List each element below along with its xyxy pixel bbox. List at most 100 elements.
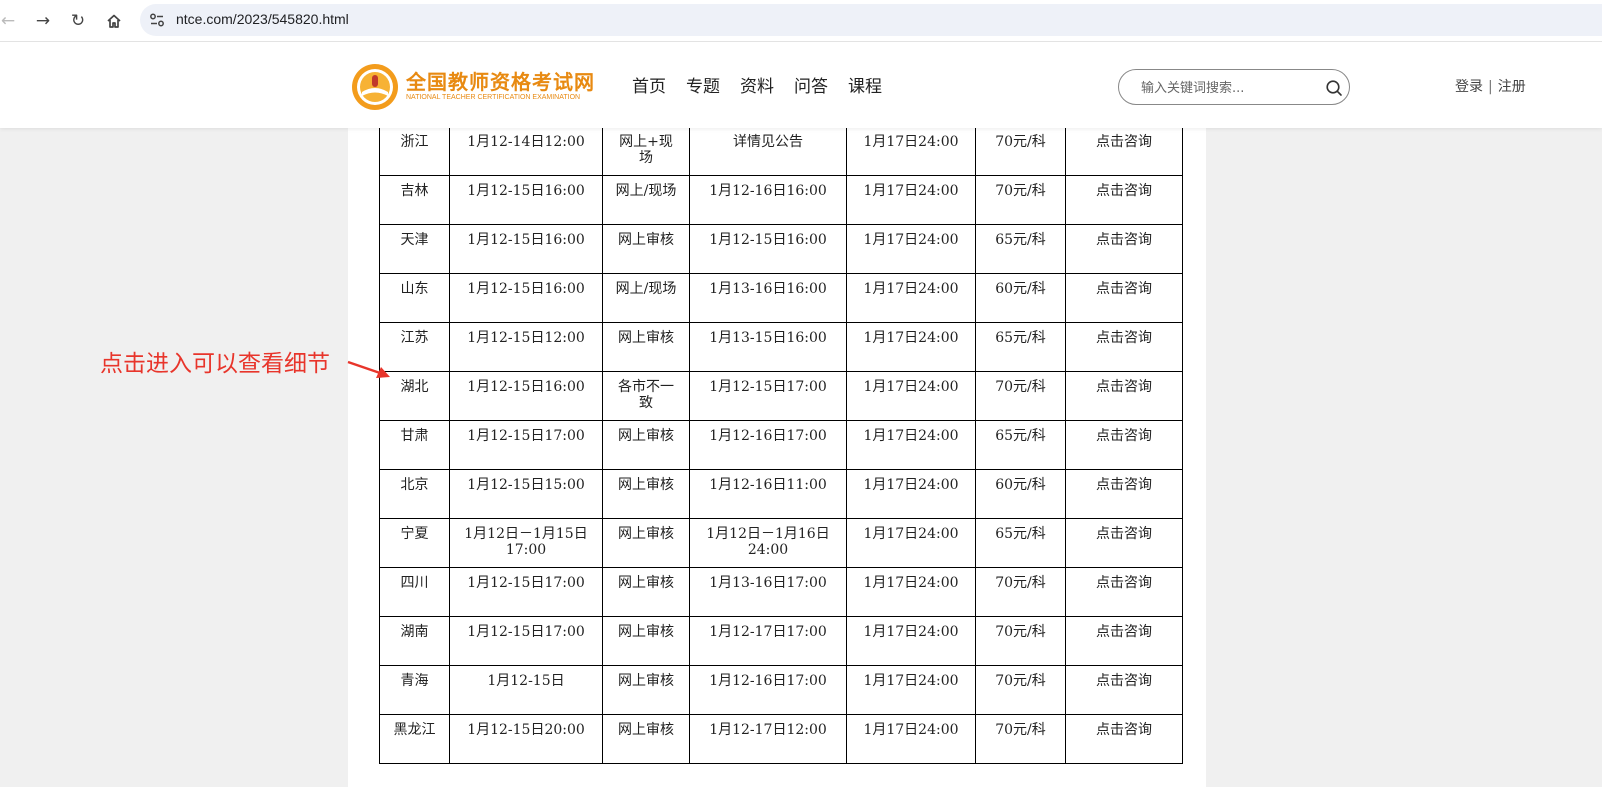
cell-registration-time: 1月12-15日16:00 [449, 224, 603, 274]
cell-text: 网上审核 [618, 232, 674, 248]
cell-text: 1月12-15日16:00 [467, 281, 585, 297]
cell-review-method: 网上审核 [602, 469, 690, 519]
logo-emblem-icon [352, 64, 398, 110]
reload-icon[interactable]: ↻ [66, 9, 90, 33]
cell-registration-time: 1月12-14日12:00 [449, 126, 603, 176]
nav-item-materials[interactable]: 资料 [740, 72, 774, 97]
search-icon[interactable] [1325, 79, 1343, 97]
cell-review-method: 网上审核 [602, 420, 690, 470]
cell-consult-link[interactable]: 点击咨询 [1065, 126, 1183, 176]
cell-consult-link[interactable]: 点击咨询 [1065, 616, 1183, 666]
cell-consult-link[interactable]: 点击咨询 [1065, 665, 1183, 715]
cell-payment-deadline: 1月17日24:00 [846, 224, 976, 274]
cell-text: 网上审核 [618, 624, 674, 640]
back-arrow-icon[interactable]: ← [0, 9, 20, 33]
nav-item-qa[interactable]: 问答 [794, 72, 828, 97]
cell-text: 1月12-16日16:00 [709, 183, 827, 199]
cell-fee: 70元/科 [975, 567, 1066, 617]
cell-review-method: 网上审核 [602, 567, 690, 617]
cell-province[interactable]: 湖南 [379, 616, 450, 666]
cell-text: 1月12-15日17:00 [709, 379, 827, 395]
table-row: 北京 1月12-15日15:00 网上审核 1月12-16日11:00 1月17日24:… [379, 469, 1183, 519]
cell-review-time: 1月12-15日16:00 [689, 224, 847, 274]
cell-province[interactable]: 黑龙江 [379, 714, 450, 764]
cell-review-time: 1月12-15日17:00 [689, 371, 847, 421]
cell-payment-deadline: 1月17日24:00 [846, 322, 976, 372]
cell-consult-link[interactable]: 点击咨询 [1065, 175, 1183, 225]
cell-text: 1月12日－1月16日24:00 [706, 526, 830, 558]
cell-text: 网上审核 [618, 673, 674, 689]
browser-toolbar: ← → ↻ ntce.com/2023/545820.html [0, 0, 1602, 42]
cell-text: 1月12-16日11:00 [709, 477, 827, 493]
cell-text: 1月12-14日12:00 [467, 134, 585, 150]
table-row: 湖南 1月12-15日17:00 网上审核 1月12-17日17:00 1月17日24:… [379, 616, 1183, 666]
cell-payment-deadline: 1月17日24:00 [846, 126, 976, 176]
cell-province[interactable]: 浙江 [379, 126, 450, 176]
table-row: 湖北 1月12-15日16:00 各市不一致 1月12-15日17:00 1月17日24… [379, 371, 1183, 421]
cell-text: 1月12-15日16:00 [467, 379, 585, 395]
cell-province[interactable]: 宁夏 [379, 518, 450, 568]
cell-consult-link[interactable]: 点击咨询 [1065, 567, 1183, 617]
cell-province[interactable]: 山东 [379, 273, 450, 323]
cell-fee: 70元/科 [975, 175, 1066, 225]
table-row: 青海 1月12-15日 网上审核 1月12-16日17:00 1月17日24:00 70元… [379, 665, 1183, 715]
nav-item-topics[interactable]: 专题 [686, 72, 720, 97]
cell-province[interactable]: 四川 [379, 567, 450, 617]
cell-payment-deadline: 1月17日24:00 [846, 518, 976, 568]
cell-review-time: 1月13-16日17:00 [689, 567, 847, 617]
cell-consult-link[interactable]: 点击咨询 [1065, 371, 1183, 421]
cell-consult-link[interactable]: 点击咨询 [1065, 224, 1183, 274]
nav-item-home[interactable]: 首页 [632, 72, 666, 97]
cell-registration-time: 1月12日－1月15日17:00 [449, 518, 603, 568]
cell-text: 1月13-15日16:00 [709, 330, 827, 346]
site-logo[interactable]: 全国教师资格考试网 NATIONAL TEACHER CERTIFICATION… [350, 62, 594, 112]
cell-review-method: 网上审核 [602, 665, 690, 715]
cell-review-time: 1月12-16日17:00 [689, 420, 847, 470]
cell-review-time: 1月12-17日17:00 [689, 616, 847, 666]
search-input[interactable] [1141, 78, 1311, 98]
cell-text: 1月12-15日20:00 [467, 722, 585, 738]
home-icon[interactable] [102, 9, 126, 33]
register-link[interactable]: 注册 [1498, 79, 1526, 95]
table-row: 浙江 1月12-14日12:00 网上+现场 详情见公告 1月17日24:00 70元/科… [379, 126, 1183, 176]
address-bar[interactable]: ntce.com/2023/545820.html [140, 4, 1602, 36]
cell-province[interactable]: 吉林 [379, 175, 450, 225]
cell-consult-link[interactable]: 点击咨询 [1065, 273, 1183, 323]
cell-text: 1月12-15日17:00 [467, 624, 585, 640]
cell-province[interactable]: 天津 [379, 224, 450, 274]
cell-consult-link[interactable]: 点击咨询 [1065, 420, 1183, 470]
cell-review-method: 网上审核 [602, 714, 690, 764]
auth-divider: | [1488, 79, 1493, 95]
cell-consult-link[interactable]: 点击咨询 [1065, 714, 1183, 764]
login-link[interactable]: 登录 [1455, 79, 1483, 95]
cell-text: 网上审核 [618, 722, 674, 738]
forward-arrow-icon[interactable]: → [31, 9, 55, 33]
cell-province[interactable]: 甘肃 [379, 420, 450, 470]
nav-item-courses[interactable]: 课程 [848, 72, 882, 97]
cell-text: 详情见公告 [733, 134, 803, 150]
url-text[interactable]: ntce.com/2023/545820.html [176, 11, 349, 27]
cell-review-time: 1月12日－1月16日24:00 [689, 518, 847, 568]
cell-consult-link[interactable]: 点击咨询 [1065, 518, 1183, 568]
cell-review-time: 1月13-16日16:00 [689, 273, 847, 323]
cell-text: 1月12-15日17:00 [467, 575, 585, 591]
cell-text: 1月12-15日12:00 [467, 330, 585, 346]
cell-province[interactable]: 北京 [379, 469, 450, 519]
cell-fee: 65元/科 [975, 420, 1066, 470]
main-nav: 首页 专题 资料 问答 课程 [632, 72, 882, 97]
table-row: 黑龙江 1月12-15日20:00 网上审核 1月12-17日12:00 1月17日24… [379, 714, 1183, 764]
cell-consult-link[interactable]: 点击咨询 [1065, 322, 1183, 372]
cell-review-method: 网上+现场 [602, 126, 690, 176]
cell-review-time: 1月12-17日12:00 [689, 714, 847, 764]
cell-fee: 60元/科 [975, 469, 1066, 519]
site-settings-icon[interactable] [148, 11, 166, 29]
cell-review-time[interactable]: 详情见公告 [689, 126, 847, 176]
cell-fee: 65元/科 [975, 518, 1066, 568]
cell-province[interactable]: 青海 [379, 665, 450, 715]
cell-review-time: 1月12-16日16:00 [689, 175, 847, 225]
table-body: 广东1月12-15日16:00网上审核详情见公告1月17日24:0070元/科点… [379, 77, 1183, 764]
cell-review-time: 1月12-16日17:00 [689, 665, 847, 715]
cell-consult-link[interactable]: 点击咨询 [1065, 469, 1183, 519]
cell-text: 1月12-15日16:00 [467, 183, 585, 199]
table-row: 甘肃 1月12-15日17:00 网上审核 1月12-16日17:00 1月17日24:… [379, 420, 1183, 470]
